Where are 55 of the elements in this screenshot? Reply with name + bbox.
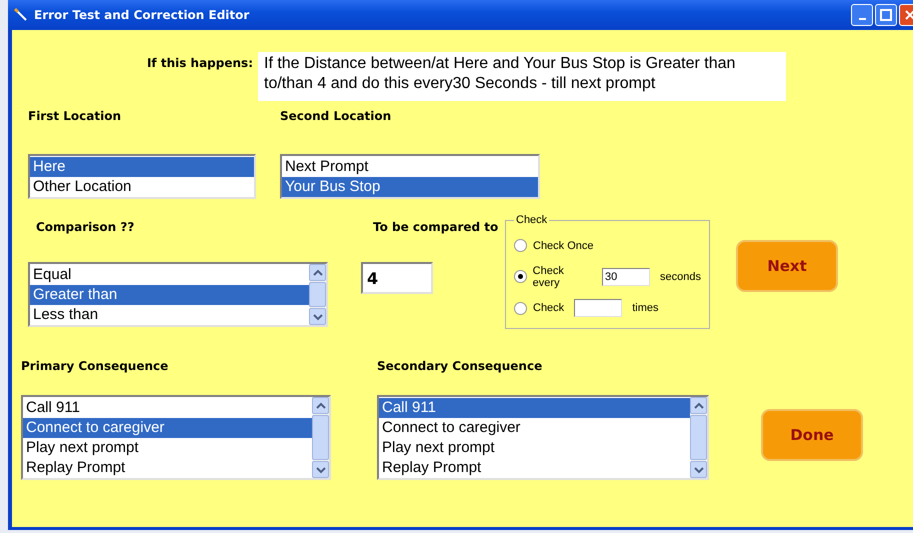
list-box[interactable]: Equal Greater than Less than: [28, 262, 328, 327]
scrollbar[interactable]: [309, 264, 326, 325]
list-item[interactable]: Replay Prompt: [379, 458, 690, 478]
list-box[interactable]: Next Prompt Your Bus Stop: [280, 154, 540, 199]
compare-value-field[interactable]: 4: [361, 262, 433, 294]
option-label: Check Once: [533, 240, 594, 252]
first-location-label: First Location: [28, 109, 122, 123]
maximize-button[interactable]: [875, 4, 897, 26]
next-button[interactable]: Next: [736, 240, 838, 292]
primary-consequence-label: Primary Consequence: [21, 359, 168, 373]
list-item[interactable]: Equal: [30, 265, 309, 285]
unit-label: seconds: [660, 270, 701, 283]
list-item[interactable]: Call 911: [379, 398, 690, 418]
unit-label: times: [632, 302, 658, 314]
second-location-label: Second Location: [280, 109, 392, 123]
scrollbar[interactable]: [690, 397, 707, 478]
done-button[interactable]: Done: [761, 409, 863, 461]
list-box[interactable]: Here Other Location: [28, 154, 256, 199]
secondary-consequence-label: Secondary Consequence: [377, 359, 542, 373]
list-box[interactable]: Call 911 Connect to caregiver Play next prompt Replay Prompt: [377, 395, 709, 480]
list-item[interactable]: Replay Prompt: [23, 458, 312, 478]
wand-icon: [14, 8, 28, 22]
list-item[interactable]: Less than: [30, 305, 309, 325]
compare-value-label: To be compared to: [373, 220, 498, 234]
scroll-thumb[interactable]: [690, 415, 707, 460]
radio-button[interactable]: [514, 302, 527, 315]
scroll-thumb[interactable]: [312, 415, 329, 460]
comparison-label: Comparison ??: [36, 220, 134, 234]
list-item[interactable]: Connect to caregiver: [379, 418, 690, 438]
check-group-title: Check: [515, 214, 548, 226]
list-item[interactable]: Connect to caregiver: [23, 418, 312, 438]
condition-label: If this happens:: [146, 55, 253, 70]
option-label: Check every: [532, 264, 565, 289]
list-item[interactable]: Play next prompt: [379, 438, 690, 458]
maximize-icon: [880, 9, 892, 21]
condition-text: If the Distance between/at Here and Your Bus Stop is Greater than to/than 4 and do this every30 Seconds - till next prompt: [258, 52, 786, 101]
radio-button[interactable]: [514, 270, 527, 284]
scrollbar[interactable]: [312, 397, 329, 478]
list-item[interactable]: Greater than: [30, 285, 309, 305]
minimize-button[interactable]: [851, 4, 873, 26]
scroll-thumb[interactable]: [309, 282, 326, 307]
list-item[interactable]: Here: [30, 157, 254, 177]
close-icon: [904, 9, 913, 21]
minimize-icon: [858, 18, 866, 20]
list-item[interactable]: Your Bus Stop: [282, 177, 538, 197]
list-item[interactable]: Call 911: [23, 398, 312, 418]
window-title: Error Test and Correction Editor: [34, 8, 250, 22]
option-label: Check: [533, 302, 564, 314]
input-field[interactable]: 30: [602, 268, 650, 286]
list-box[interactable]: Call 911 Connect to caregiver Play next prompt Replay Prompt: [21, 395, 331, 480]
list-item[interactable]: Play next prompt: [23, 438, 312, 458]
list-item[interactable]: Next Prompt: [282, 157, 538, 177]
radio-button[interactable]: [514, 239, 527, 252]
list-item[interactable]: Other Location: [30, 177, 254, 197]
input-field[interactable]: [574, 299, 622, 318]
